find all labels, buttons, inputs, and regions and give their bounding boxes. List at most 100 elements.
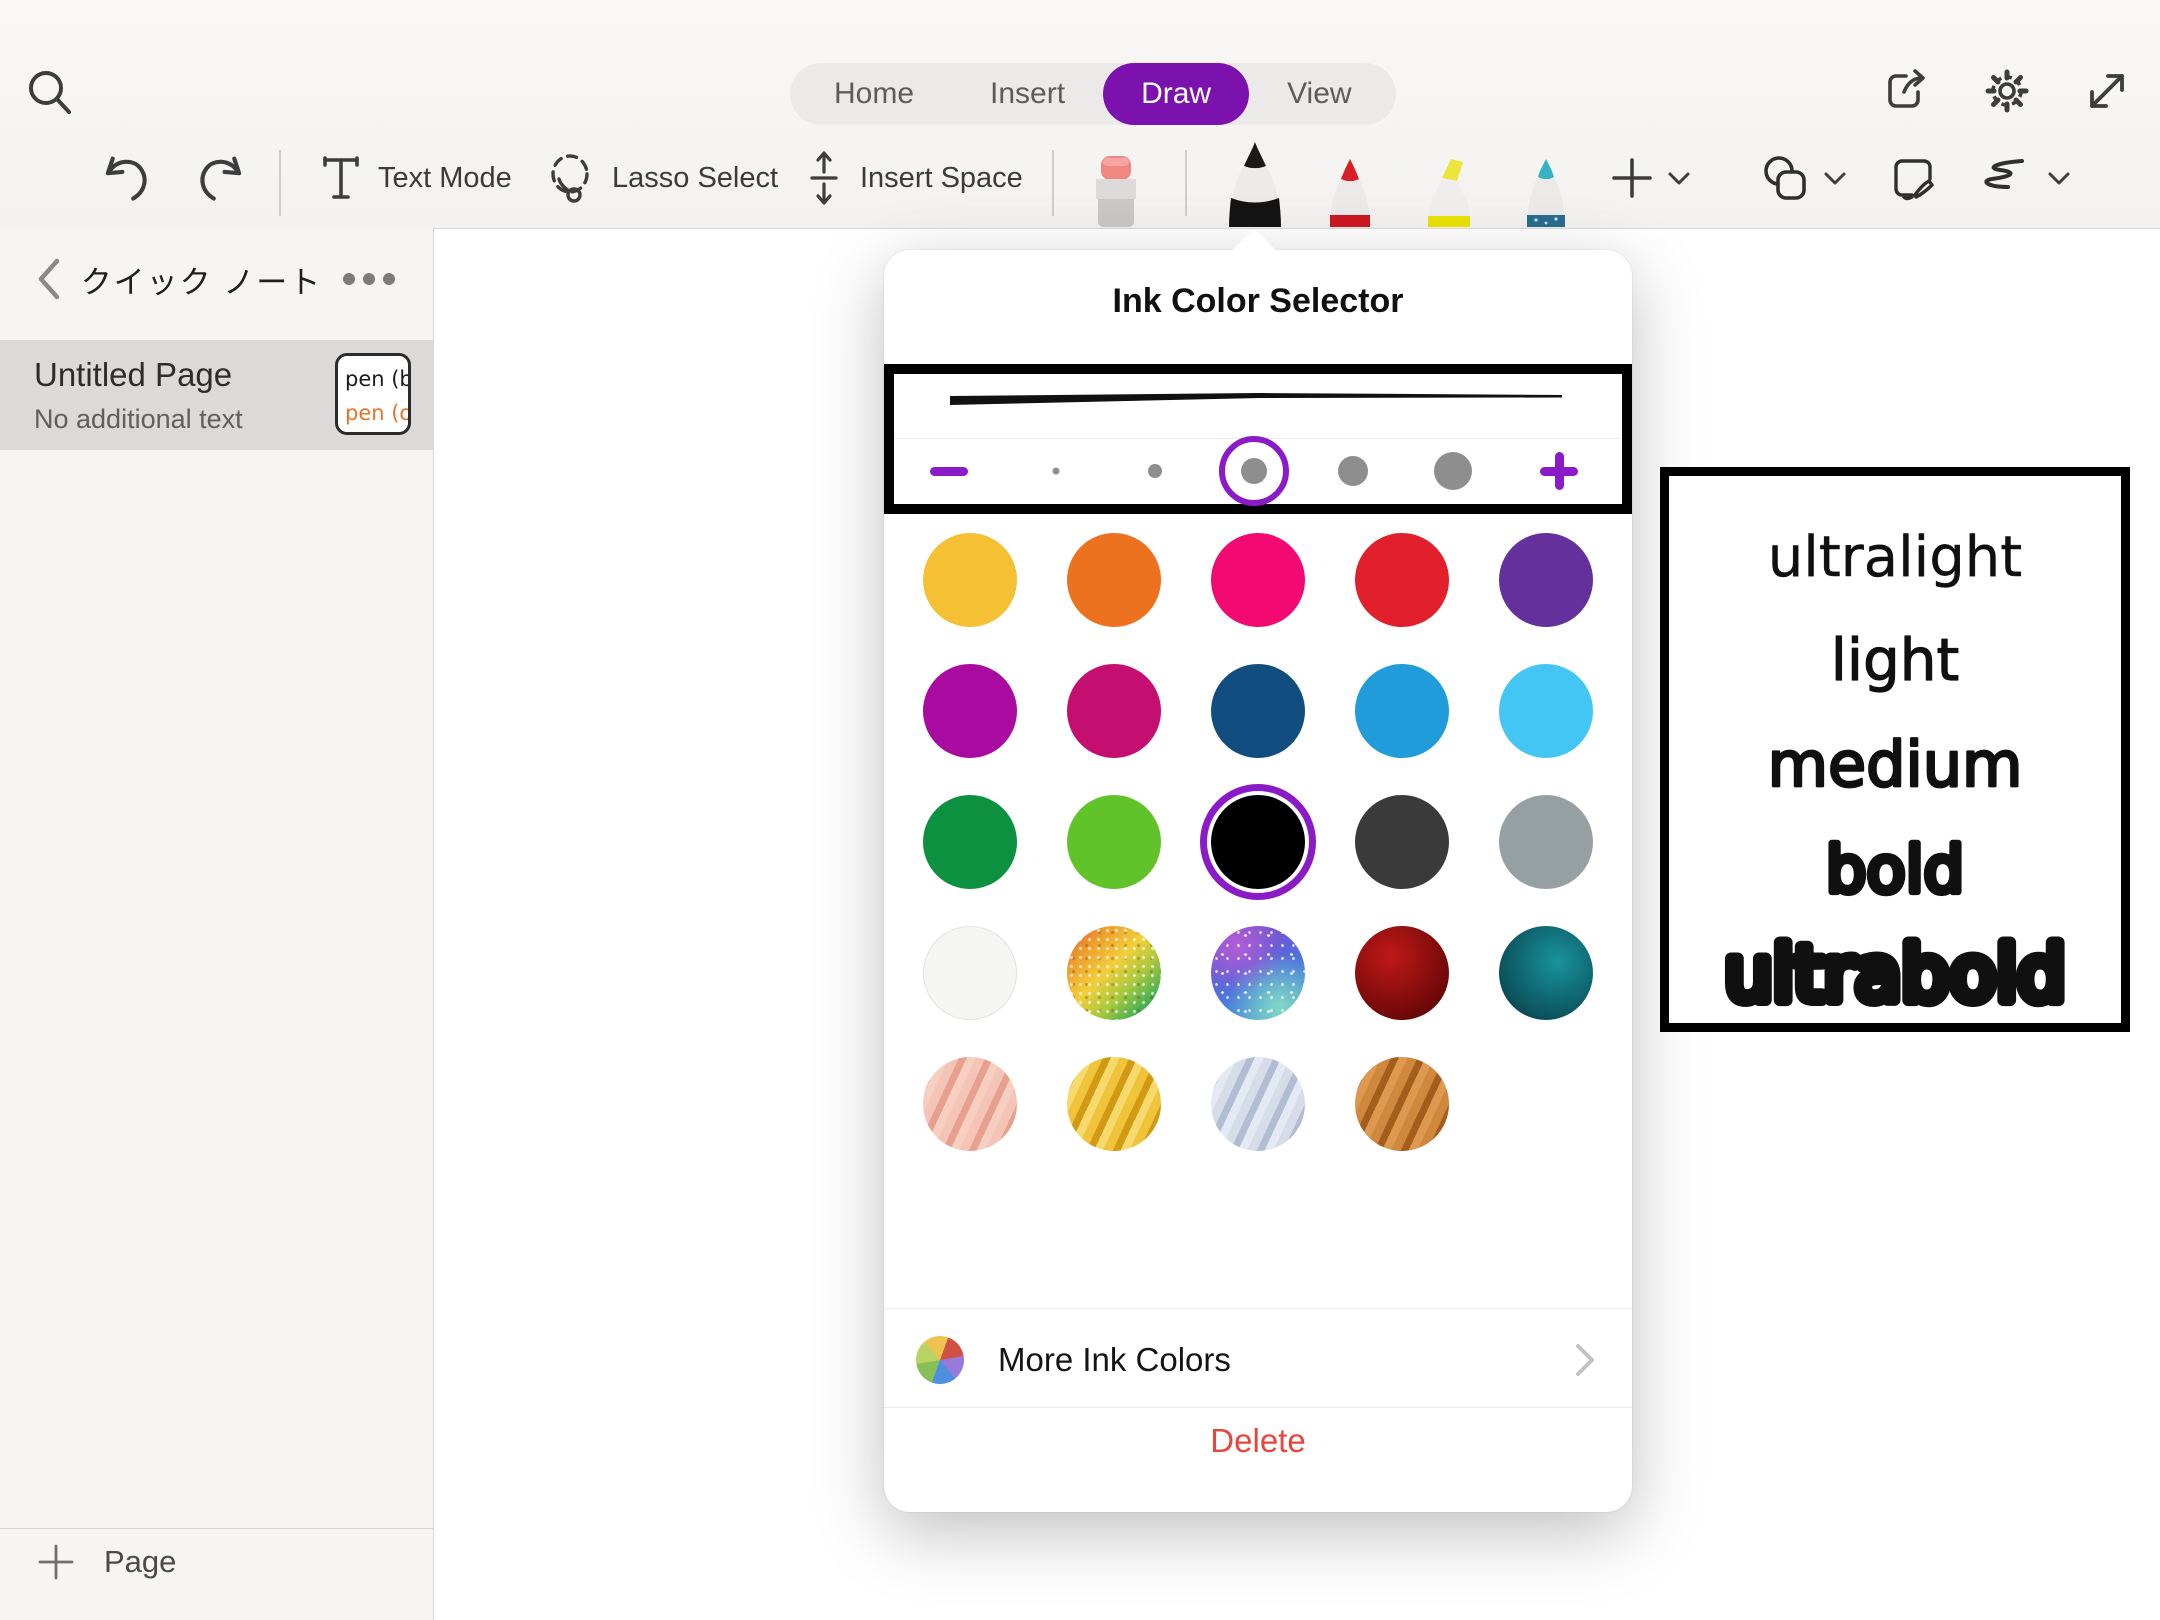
- chevron-down-icon: [1666, 168, 1692, 188]
- page-list-item-selected[interactable]: Untitled Page No additional text pen (bl…: [0, 340, 433, 450]
- expand-fullscreen-icon[interactable]: [2082, 66, 2132, 116]
- text-mode-icon: [320, 152, 362, 204]
- color-swatch-bronze[interactable]: [1355, 1057, 1449, 1151]
- note-pen-icon: [1888, 153, 1938, 203]
- decrease-size-button[interactable]: [930, 467, 968, 476]
- tab-insert[interactable]: Insert: [952, 63, 1103, 125]
- toolbar-divider: [279, 150, 281, 216]
- settings-gear-icon[interactable]: [1982, 66, 2032, 116]
- back-chevron-icon[interactable]: [36, 257, 62, 301]
- color-swatch-green[interactable]: [923, 795, 1017, 889]
- tab-draw[interactable]: Draw: [1103, 63, 1249, 125]
- tab-home[interactable]: Home: [796, 63, 952, 125]
- share-icon[interactable]: [1882, 66, 1932, 116]
- color-swatch-dark-blue[interactable]: [1211, 664, 1305, 758]
- ink-replay-button[interactable]: [1978, 130, 2072, 226]
- more-options-icon[interactable]: [341, 272, 397, 286]
- increase-size-button[interactable]: [1540, 452, 1578, 490]
- color-swatch-dark-red[interactable]: [1355, 926, 1449, 1020]
- stroke-preview-line: [950, 388, 1566, 420]
- color-swatch-yellow[interactable]: [923, 533, 1017, 627]
- stroke-size-dot-1[interactable]: [1053, 468, 1060, 475]
- stroke-size-dot-3-selected[interactable]: [1241, 458, 1267, 484]
- pen-red[interactable]: [1322, 157, 1378, 227]
- color-swatch-teal[interactable]: [1499, 926, 1593, 1020]
- stroke-size-dot-2[interactable]: [1148, 464, 1162, 478]
- sidebar-header: クイック ノート: [0, 248, 433, 310]
- popup-title: Ink Color Selector: [884, 282, 1632, 321]
- color-swatch-blue[interactable]: [1355, 664, 1449, 758]
- page-thumbnail: pen (blpen (ora: [335, 353, 411, 435]
- color-swatch-gold[interactable]: [1067, 1057, 1161, 1151]
- toolbar-divider: [1052, 150, 1054, 216]
- plus-icon: [1608, 154, 1656, 202]
- add-page-button[interactable]: Page: [0, 1528, 433, 1594]
- redo-button[interactable]: [192, 130, 250, 226]
- thumbnail-ink-line: pen (ora: [345, 396, 408, 430]
- color-swatch-dark-gray[interactable]: [1355, 795, 1449, 889]
- page-list-sidebar: クイック ノート Untitled Page No additional tex…: [0, 228, 434, 1620]
- stroke-size-bar: [894, 438, 1622, 504]
- color-swatch-light-blue[interactable]: [1499, 664, 1593, 758]
- color-swatch-purple[interactable]: [1499, 533, 1593, 627]
- shapes-button[interactable]: [1758, 130, 1848, 226]
- color-swatch-dark-pink[interactable]: [1067, 664, 1161, 758]
- ink-annotate-button[interactable]: [1888, 130, 1938, 226]
- undo-button[interactable]: [97, 130, 155, 226]
- color-swatch-black[interactable]: [1211, 795, 1305, 889]
- color-swatch-grid: [898, 533, 1618, 1151]
- page-subtitle: No additional text: [34, 404, 243, 435]
- color-swatch-orange[interactable]: [1067, 533, 1161, 627]
- text-mode-label: Text Mode: [378, 162, 512, 195]
- plus-icon: [36, 1542, 76, 1582]
- add-pen-button[interactable]: [1608, 130, 1692, 226]
- popup-callout-arrow: [1231, 228, 1276, 273]
- color-swatch-magenta[interactable]: [923, 664, 1017, 758]
- color-swatch-gray[interactable]: [1499, 795, 1593, 889]
- chevron-down-icon: [1822, 168, 1848, 188]
- insert-space-label: Insert Space: [860, 162, 1023, 195]
- more-ink-colors-label: More Ink Colors: [998, 1341, 1574, 1379]
- squiggle-icon: [1978, 155, 2034, 201]
- color-swatch-white[interactable]: [923, 926, 1017, 1020]
- lasso-select-button[interactable]: Lasso Select: [544, 130, 778, 226]
- delete-pen-button[interactable]: Delete: [884, 1422, 1632, 1460]
- top-chrome: HomeInsertDrawView: [0, 0, 2160, 229]
- tab-view[interactable]: View: [1249, 63, 1389, 125]
- search-icon[interactable]: [24, 66, 76, 122]
- sample-line-medium: medium: [1768, 728, 2023, 801]
- sample-line-ultralight: ultralight: [1768, 525, 2022, 590]
- notebook-title: クイック ノート: [62, 257, 341, 302]
- color-swatch-glitter-rainbow[interactable]: [1067, 926, 1161, 1020]
- shapes-icon: [1758, 151, 1812, 205]
- toolbar-divider: [1185, 150, 1187, 216]
- pen-black-selected[interactable]: [1221, 141, 1289, 227]
- ink-color-selector-popup: Ink Color Selector More Ink Colors: [884, 250, 1632, 1512]
- color-swatch-rose-gold[interactable]: [923, 1057, 1017, 1151]
- divider: [884, 1308, 1632, 1309]
- color-swatch-red[interactable]: [1355, 533, 1449, 627]
- stroke-weight-sample-annotated: ultralightlightmediumboldultrabold: [1660, 467, 2130, 1032]
- more-ink-colors-row[interactable]: More Ink Colors: [884, 1332, 1632, 1388]
- chevron-right-icon: [1574, 1342, 1596, 1378]
- highlighter-yellow[interactable]: [1418, 157, 1480, 227]
- stroke-width-section-annotated: [884, 364, 1632, 514]
- color-swatch-galaxy[interactable]: [1211, 926, 1305, 1020]
- lasso-select-label: Lasso Select: [612, 162, 778, 195]
- chevron-down-icon: [2046, 168, 2072, 188]
- app-window: HomeInsertDrawView: [0, 0, 2160, 1620]
- color-swatch-light-green[interactable]: [1067, 795, 1161, 889]
- sample-line-light: light: [1831, 626, 1960, 694]
- pen-teal-galaxy[interactable]: [1518, 157, 1574, 227]
- lasso-icon: [544, 150, 596, 206]
- text-mode-button[interactable]: Text Mode: [320, 130, 512, 226]
- color-swatch-pink[interactable]: [1211, 533, 1305, 627]
- stroke-size-dot-4[interactable]: [1338, 456, 1368, 486]
- thumbnail-ink-line: pen (bl: [345, 362, 408, 396]
- insert-space-button[interactable]: Insert Space: [804, 130, 1023, 226]
- color-swatch-silver[interactable]: [1211, 1057, 1305, 1151]
- ribbon-tab-bar: HomeInsertDrawView: [790, 63, 1396, 125]
- window-actions: [1882, 66, 2132, 116]
- stroke-size-dot-5[interactable]: [1434, 452, 1472, 490]
- eraser-tool[interactable]: [1088, 153, 1144, 227]
